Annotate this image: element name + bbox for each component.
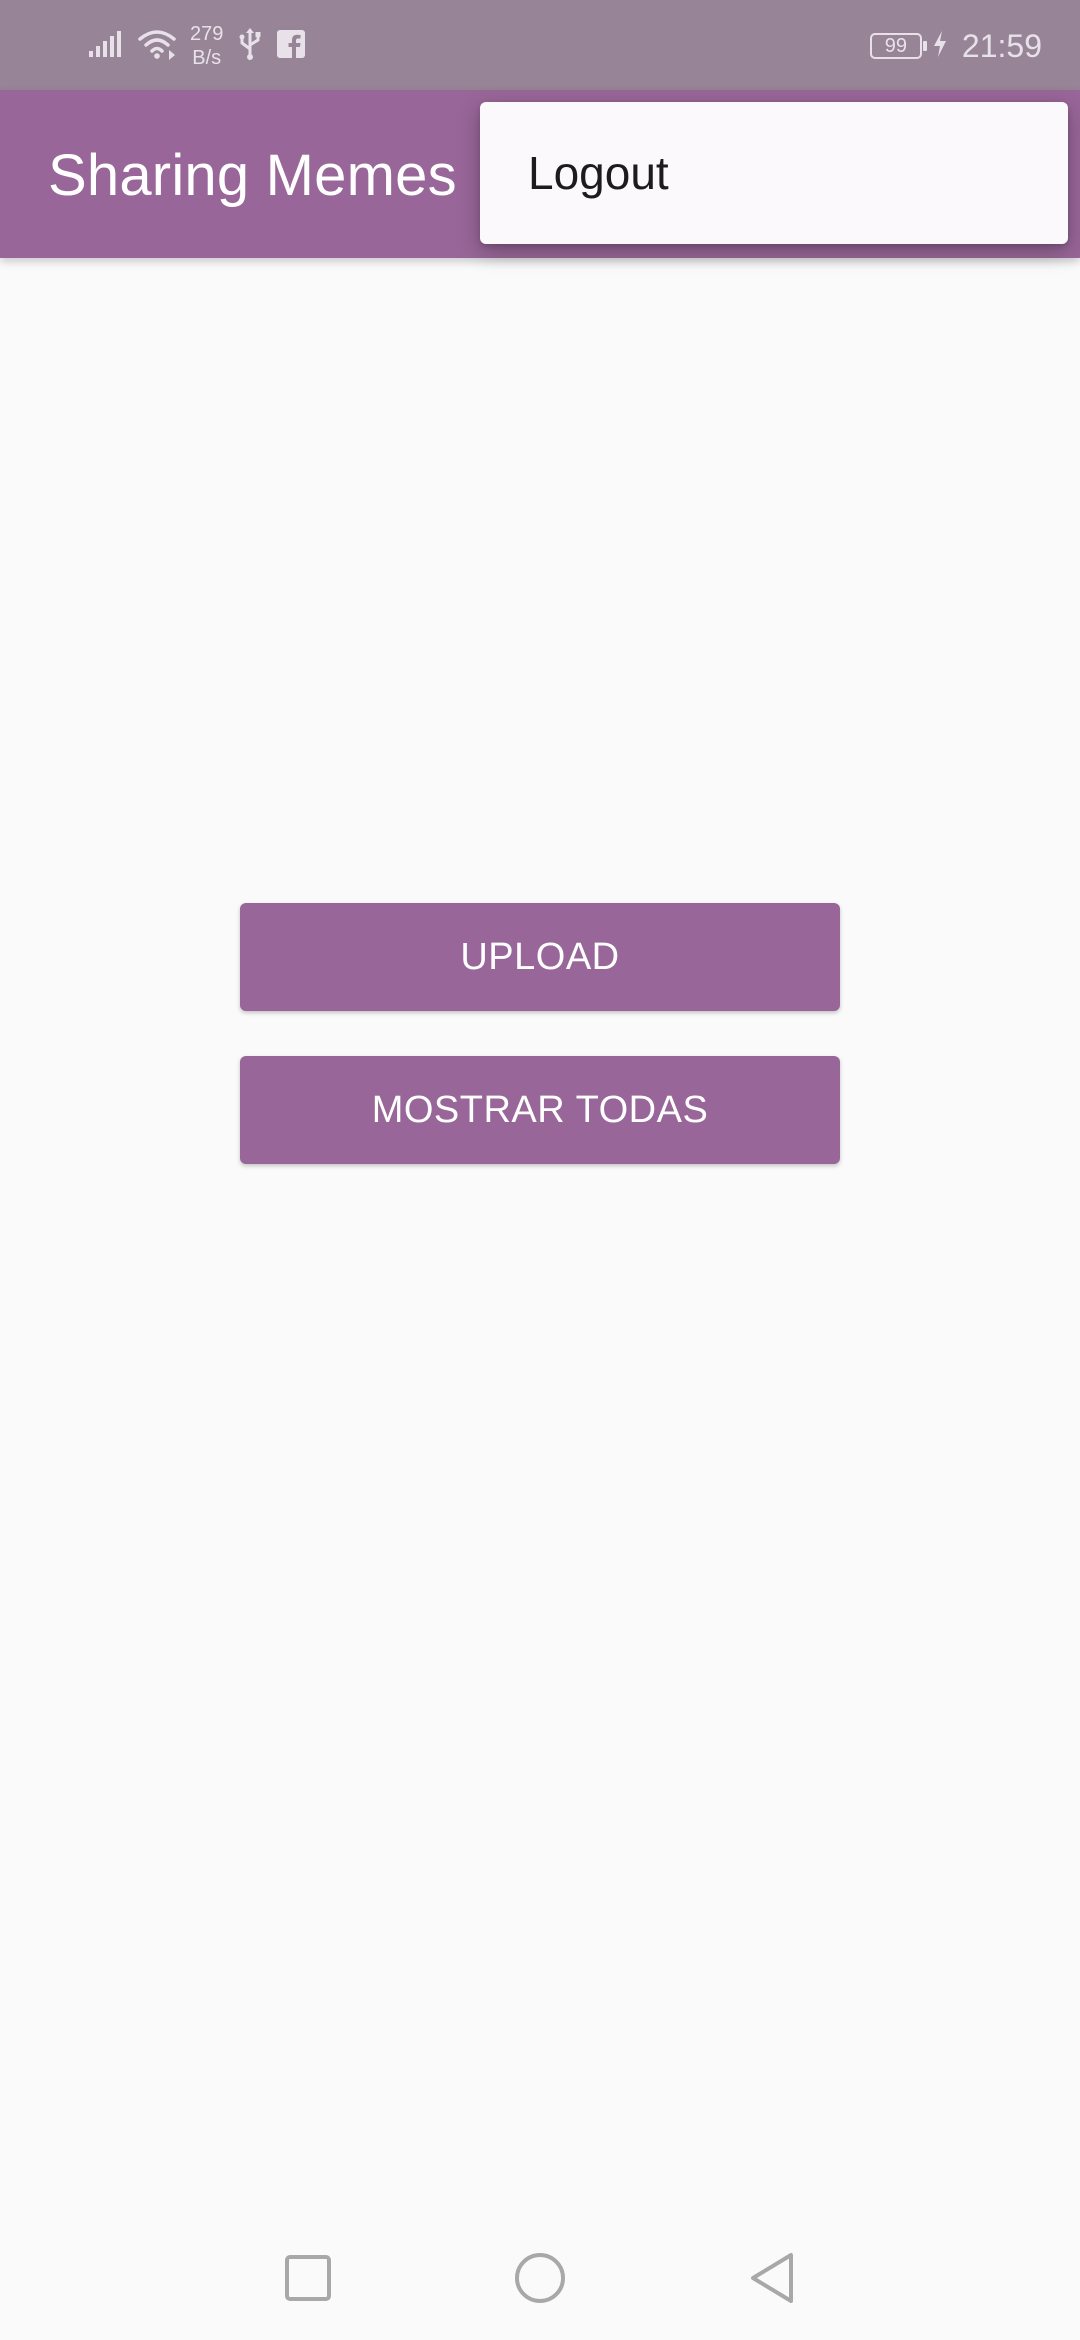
status-bar: 279 B/s 99 21:59 xyxy=(0,0,1080,90)
clock: 21:59 xyxy=(961,27,1042,64)
home-icon xyxy=(513,2251,567,2310)
battery-level: 99 xyxy=(884,34,908,57)
overflow-menu: Logout xyxy=(480,102,1068,244)
logout-menu-item[interactable]: Logout xyxy=(528,146,669,200)
upload-button[interactable]: UPLOAD xyxy=(240,903,840,1011)
network-speed-value: 279 xyxy=(190,23,224,45)
facebook-icon xyxy=(277,29,306,63)
back-icon xyxy=(747,2251,797,2310)
app-title: Sharing Memes xyxy=(48,143,457,208)
wifi-icon xyxy=(138,28,176,65)
usb-icon xyxy=(237,27,263,66)
show-all-button[interactable]: MOSTRAR TODAS xyxy=(240,1056,840,1164)
network-speed: 279 B/s xyxy=(190,22,223,70)
status-right: 99 21:59 xyxy=(869,16,1042,76)
home-button[interactable] xyxy=(510,2250,570,2310)
network-speed-unit: B/s xyxy=(192,47,222,69)
charging-icon xyxy=(932,30,948,63)
screen: 279 B/s 99 21:59 Sharing Memes Logout UP… xyxy=(0,0,1080,2340)
battery-icon: 99 xyxy=(869,33,927,59)
signal-icon xyxy=(88,29,124,64)
recent-apps-icon xyxy=(283,2253,333,2308)
navigation-bar xyxy=(0,2220,1080,2340)
recent-apps-button[interactable] xyxy=(278,2250,338,2310)
status-left: 279 B/s xyxy=(88,16,306,76)
back-button[interactable] xyxy=(742,2250,802,2310)
